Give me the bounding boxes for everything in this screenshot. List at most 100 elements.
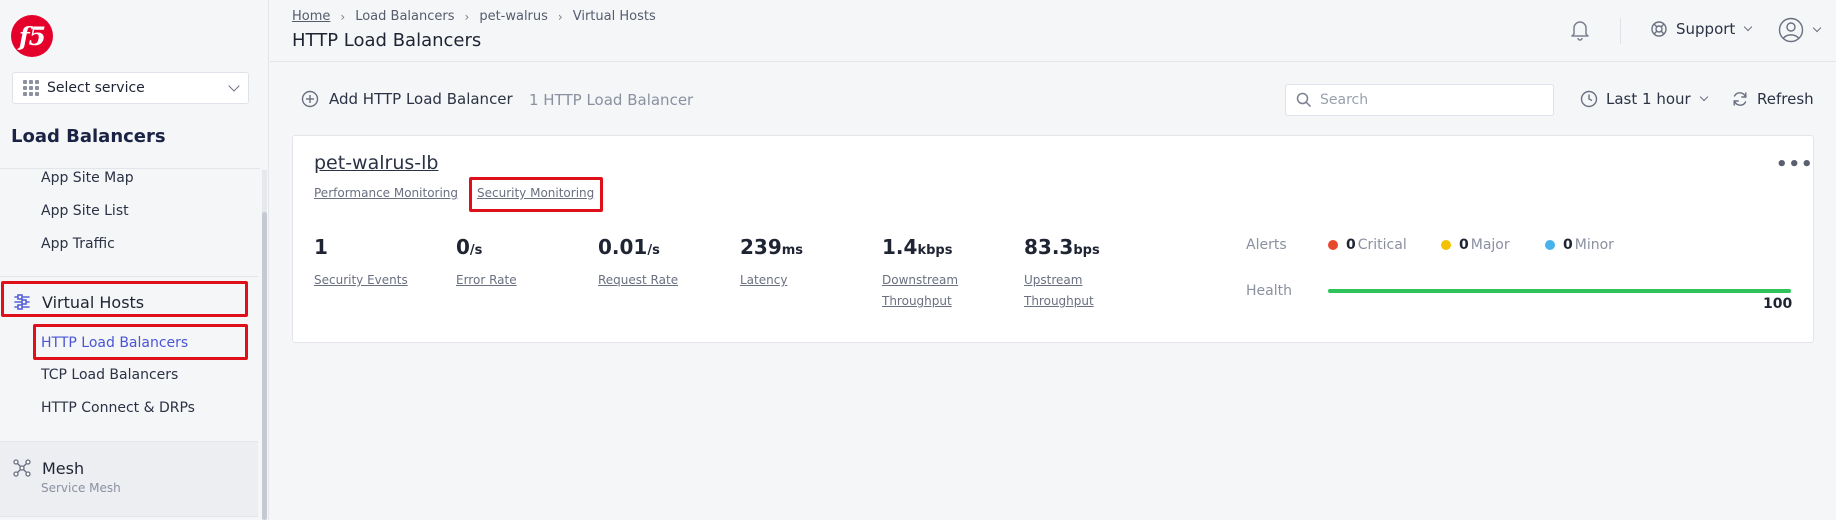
health-bar (1328, 289, 1791, 293)
add-http-load-balancer-button[interactable]: Add HTTP Load Balancer (301, 90, 513, 108)
alert-label: Minor (1574, 237, 1614, 253)
alert-label: Critical (1357, 237, 1407, 253)
highlight-virtual-hosts (1, 281, 248, 317)
metric-security-events: 1 Security Events (314, 235, 408, 287)
metric-value: 1.4 (882, 235, 918, 259)
time-range-dropdown[interactable]: Last 1 hour (1580, 90, 1708, 108)
select-service-dropdown[interactable]: Select service (12, 72, 249, 104)
f5-logo[interactable]: f5 (11, 15, 53, 57)
health-value: 100 (1763, 296, 1793, 312)
support-menu[interactable]: Support (1650, 20, 1753, 38)
metric-upstream-throughput: 83.3bps Upstream Throughput (1024, 235, 1100, 308)
health-bar-fill (1328, 289, 1791, 293)
metric-label-link[interactable]: Latency (740, 270, 787, 291)
section-title: Load Balancers (11, 126, 166, 147)
critical-dot-icon (1328, 240, 1338, 250)
chevron-down-icon (228, 80, 240, 92)
minor-dot-icon (1545, 240, 1555, 250)
more-options-icon[interactable]: ••• (1776, 154, 1814, 175)
sidebar-item-http-connect-drps[interactable]: HTTP Connect & DRPs (41, 400, 195, 416)
metric-label-link[interactable]: Upstream Throughput (1024, 270, 1104, 312)
metric-value: 0 (456, 235, 470, 259)
bell-icon[interactable] (1568, 17, 1592, 41)
load-balancer-name-link[interactable]: pet-walrus-lb (314, 152, 438, 174)
alerts-label: Alerts (1246, 237, 1287, 253)
breadcrumb-load-balancers[interactable]: Load Balancers (355, 9, 454, 24)
breadcrumb-virtual-hosts: Virtual Hosts (572, 9, 656, 24)
add-circle-icon (301, 90, 319, 108)
metric-unit: ms (781, 243, 804, 258)
metric-value: 1 (314, 235, 328, 259)
time-range-label: Last 1 hour (1606, 90, 1691, 108)
add-button-label: Add HTTP Load Balancer (329, 90, 513, 108)
alert-count: 0 (1346, 237, 1356, 253)
tab-performance-monitoring[interactable]: Performance Monitoring (314, 186, 458, 200)
sidebar-item-tcp-load-balancers[interactable]: TCP Load Balancers (41, 367, 178, 383)
metric-label-link[interactable]: Security Events (314, 270, 408, 291)
metric-unit: /s (647, 243, 660, 258)
metric-downstream-throughput: 1.4kbps Downstream Throughput (882, 235, 958, 308)
metric-unit: /s (469, 243, 483, 258)
page-title: HTTP Load Balancers (292, 30, 482, 51)
load-balancer-card: pet-walrus-lb ••• Performance Monitoring… (292, 135, 1814, 343)
sidebar-item-subtitle: Service Mesh (41, 481, 121, 495)
refresh-icon (1733, 92, 1747, 106)
top-header: Home › Load Balancers › pet-walrus › Vir… (270, 0, 1836, 62)
metric-value: 0.01 (598, 235, 648, 259)
chevron-down-icon (1812, 23, 1822, 33)
highlight-http-load-balancers (33, 324, 248, 360)
metric-value: 83.3 (1024, 235, 1074, 259)
user-menu[interactable] (1778, 17, 1822, 43)
sidebar-item-app-site-list[interactable]: App Site List (41, 203, 129, 219)
clock-icon (1580, 90, 1598, 108)
lifebuoy-icon (1651, 21, 1667, 37)
metric-label-link[interactable]: Downstream Throughput (882, 270, 962, 312)
chevron-right-icon: › (464, 9, 470, 24)
breadcrumb-home[interactable]: Home (292, 9, 330, 24)
metric-unit: bps (1073, 243, 1100, 258)
chevron-down-icon (1699, 92, 1708, 102)
metric-label-link[interactable]: Error Rate (456, 270, 517, 291)
sidebar-item-app-traffic[interactable]: App Traffic (41, 236, 115, 252)
chevron-down-icon (1744, 22, 1753, 32)
refresh-button[interactable]: Refresh (1731, 90, 1814, 108)
sidebar-scrollbar[interactable] (262, 170, 267, 520)
alert-count: 0 (1459, 237, 1469, 253)
metric-label-link[interactable]: Request Rate (598, 270, 678, 291)
breadcrumb: Home › Load Balancers › pet-walrus › Vir… (292, 9, 656, 24)
highlight-security-monitoring (469, 177, 603, 212)
sidebar-item-mesh[interactable]: Mesh (0, 446, 258, 490)
divider (0, 168, 260, 169)
sidebar-item-label: Mesh (42, 458, 85, 478)
chevron-right-icon: › (340, 9, 346, 24)
health-label: Health (1246, 283, 1292, 299)
metric-latency: 239ms Latency (740, 235, 804, 287)
alert-critical[interactable]: 0 Critical (1328, 237, 1407, 253)
breadcrumb-namespace[interactable]: pet-walrus (479, 9, 548, 24)
logo-text: f5 (18, 21, 46, 51)
alert-label: Major (1470, 237, 1510, 253)
metric-error-rate: 0/s Error Rate (456, 235, 517, 287)
select-service-label: Select service (47, 80, 145, 96)
search-box[interactable] (1285, 84, 1554, 116)
user-avatar-icon (1778, 17, 1804, 43)
search-icon (1296, 92, 1312, 108)
load-balancer-count: 1 HTTP Load Balancer (529, 91, 694, 109)
alert-minor[interactable]: 0 Minor (1545, 237, 1614, 253)
sidebar-item-app-site-map[interactable]: App Site Map (41, 170, 134, 186)
scrollbar-thumb[interactable] (262, 212, 267, 520)
chevron-right-icon: › (557, 9, 563, 24)
metric-unit: kbps (917, 243, 953, 258)
divider (0, 276, 258, 277)
mesh-icon (11, 457, 33, 479)
divider (1620, 18, 1621, 44)
alert-count: 0 (1563, 237, 1573, 253)
search-input[interactable] (1320, 92, 1540, 108)
divider (0, 516, 258, 517)
major-dot-icon (1441, 240, 1451, 250)
refresh-label: Refresh (1757, 90, 1814, 108)
metric-request-rate: 0.01/s Request Rate (598, 235, 678, 287)
alert-major[interactable]: 0 Major (1441, 237, 1510, 253)
apps-grid-icon (23, 80, 39, 96)
divider (0, 441, 258, 442)
